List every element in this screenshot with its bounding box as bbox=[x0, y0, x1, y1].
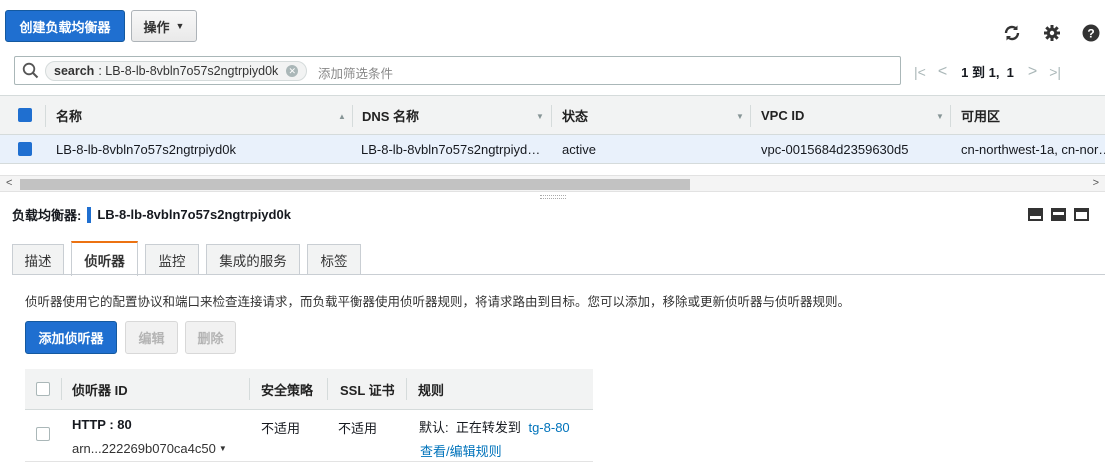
cell-dns: LB-8-lb-8vbln7o57s2ngtrpiyd… bbox=[361, 141, 541, 157]
pagination: |< < 1 到 1, 1 > >| bbox=[914, 62, 1061, 81]
resize-handle[interactable] bbox=[540, 195, 566, 199]
listener-table-header: 侦听器 ID 安全策略 SSL 证书 规则 bbox=[25, 369, 593, 410]
cell-status: active bbox=[562, 141, 596, 157]
scrollbar-thumb[interactable] bbox=[20, 179, 690, 190]
col-az[interactable]: 可用区 bbox=[961, 96, 1000, 134]
scroll-right-icon[interactable]: > bbox=[1093, 177, 1099, 189]
top-toolbar: 创建负载均衡器 操作 ▼ ? bbox=[0, 0, 1105, 54]
edit-button[interactable]: 编辑 bbox=[125, 321, 178, 354]
actions-dropdown-button[interactable]: 操作 ▼ bbox=[131, 10, 197, 42]
listener-select-all-checkbox[interactable] bbox=[36, 369, 50, 409]
col-dns-menu-icon[interactable]: ▼ bbox=[536, 112, 544, 121]
listener-arn[interactable]: arn...222269b070ca4c50 ▼ bbox=[72, 441, 227, 456]
filter-bar[interactable]: search : LB-8-lb-8vbln7o57s2ngtrpiyd0k ✕… bbox=[14, 56, 901, 85]
rule-default: 默认: 正在转发到 tg-8-80 bbox=[419, 417, 570, 436]
search-icon bbox=[22, 62, 39, 82]
layout-bottom-icon[interactable] bbox=[1028, 208, 1043, 221]
refresh-icon[interactable] bbox=[1002, 23, 1022, 43]
last-page-icon[interactable]: >| bbox=[1049, 64, 1061, 80]
col-rules[interactable]: 规则 bbox=[418, 369, 444, 409]
detail-label: 负载均衡器: bbox=[12, 208, 82, 223]
listener-policy: 不适用 bbox=[261, 421, 301, 436]
help-icon[interactable]: ? bbox=[1081, 23, 1101, 43]
prev-page-icon[interactable]: < bbox=[938, 63, 947, 81]
layout-top-icon[interactable] bbox=[1074, 208, 1089, 221]
svg-text:?: ? bbox=[1087, 27, 1094, 41]
detail-title: 负载均衡器: LB-8-lb-8vbln7o57s2ngtrpiyd0k bbox=[12, 205, 291, 224]
listener-protocol: HTTP : 80 bbox=[72, 417, 132, 432]
horizontal-scrollbar[interactable]: < > bbox=[0, 175, 1105, 192]
col-listener-id[interactable]: 侦听器 ID bbox=[72, 369, 128, 409]
token-value: : LB-8-lb-8vbln7o57s2ngtrpiyd0k bbox=[98, 64, 279, 78]
listener-description: 侦听器使用它的配置协议和端口来检查连接请求，而负载平衡器使用侦听器规则，将请求路… bbox=[25, 295, 851, 309]
gear-icon[interactable] bbox=[1042, 23, 1062, 43]
caret-down-icon: ▼ bbox=[218, 444, 227, 453]
tab-tags[interactable]: 标签 bbox=[307, 244, 361, 275]
table-row[interactable]: LB-8-lb-8vbln7o57s2ngtrpiyd0k LB-8-lb-8v… bbox=[0, 135, 1105, 164]
col-status-menu-icon[interactable]: ▼ bbox=[736, 112, 744, 121]
delete-button[interactable]: 删除 bbox=[185, 321, 236, 354]
col-ssl-cert[interactable]: SSL 证书 bbox=[340, 369, 395, 409]
lb-table-header: 名称 ▲ DNS 名称 ▼ 状态 ▼ VPC ID ▼ 可用区 bbox=[0, 95, 1105, 135]
listener-arn-text: arn...222269b070ca4c50 bbox=[72, 441, 216, 456]
cell-az: cn-northwest-1a, cn-nor… bbox=[961, 141, 1105, 157]
row-checkbox[interactable] bbox=[18, 135, 32, 163]
first-page-icon[interactable]: |< bbox=[914, 64, 926, 80]
layout-split-icon[interactable] bbox=[1051, 208, 1066, 221]
remove-token-icon[interactable]: ✕ bbox=[286, 65, 299, 77]
tab-monitoring[interactable]: 监控 bbox=[145, 244, 199, 275]
filter-input[interactable]: 添加筛选条件 bbox=[318, 63, 393, 82]
accent-bar bbox=[87, 206, 92, 223]
actions-label: 操作 bbox=[143, 19, 170, 35]
scroll-left-icon[interactable]: < bbox=[6, 177, 12, 189]
col-status[interactable]: 状态 bbox=[562, 96, 588, 134]
col-vpc-menu-icon[interactable]: ▼ bbox=[936, 112, 944, 121]
next-page-icon[interactable]: > bbox=[1028, 63, 1037, 81]
listener-row[interactable]: HTTP : 80 arn...222269b070ca4c50 ▼ 不适用 不… bbox=[25, 410, 593, 462]
detail-lb-name: LB-8-lb-8vbln7o57s2ngtrpiyd0k bbox=[97, 207, 291, 222]
token-key: search bbox=[54, 64, 95, 78]
sort-asc-icon[interactable]: ▲ bbox=[338, 112, 346, 121]
select-all-checkbox[interactable] bbox=[18, 96, 32, 134]
tab-description[interactable]: 描述 bbox=[12, 244, 64, 275]
target-group-link[interactable]: tg-8-80 bbox=[528, 420, 569, 435]
search-filter-token[interactable]: search : LB-8-lb-8vbln7o57s2ngtrpiyd0k ✕ bbox=[45, 61, 308, 81]
cell-name: LB-8-lb-8vbln7o57s2ngtrpiyd0k bbox=[56, 141, 236, 157]
tab-integrated-services[interactable]: 集成的服务 bbox=[206, 244, 300, 275]
listener-row-checkbox[interactable] bbox=[36, 427, 50, 441]
chevron-down-icon: ▼ bbox=[175, 21, 185, 31]
col-security-policy[interactable]: 安全策略 bbox=[261, 369, 313, 409]
tab-listeners[interactable]: 侦听器 bbox=[71, 241, 138, 276]
col-dns[interactable]: DNS 名称 bbox=[362, 96, 419, 134]
add-listener-button[interactable]: 添加侦听器 bbox=[25, 321, 117, 354]
listener-ssl: 不适用 bbox=[338, 421, 378, 436]
tab-divider bbox=[12, 274, 1105, 275]
cell-vpc: vpc-0015684d2359630d5 bbox=[761, 141, 909, 157]
col-vpc[interactable]: VPC ID bbox=[761, 96, 804, 134]
col-name[interactable]: 名称 bbox=[56, 96, 82, 134]
view-edit-rules-link[interactable]: 查看/编辑规则 bbox=[420, 441, 502, 460]
page-range-text: 1 到 1, 1 bbox=[961, 65, 1014, 80]
create-load-balancer-button[interactable]: 创建负载均衡器 bbox=[5, 10, 125, 42]
panel-layout-icons bbox=[1028, 208, 1089, 221]
rule-prefix: 默认: 正在转发到 bbox=[419, 420, 521, 435]
